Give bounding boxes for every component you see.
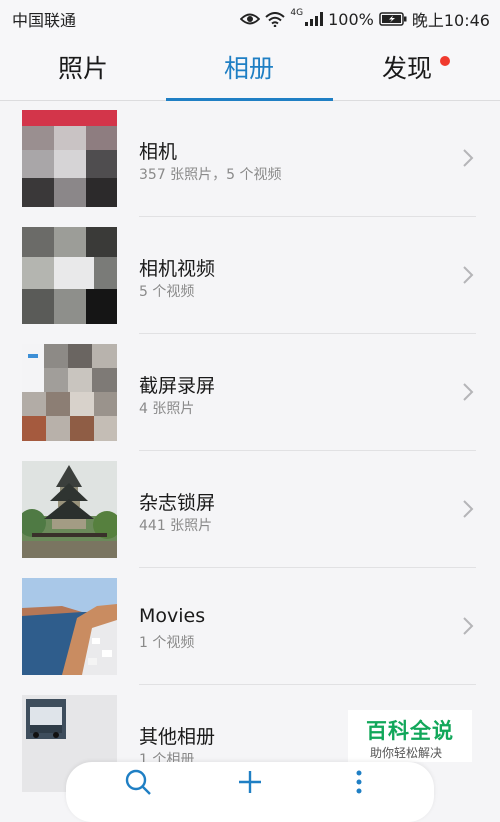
album-title: 截屏录屏 bbox=[139, 375, 216, 397]
album-item-magazine-lockscreen[interactable]: 杂志锁屏 441 张照片 bbox=[0, 451, 500, 568]
album-thumbnail-movies bbox=[22, 578, 117, 675]
album-title: 相机视频 bbox=[139, 258, 216, 280]
chevron-right-icon bbox=[462, 382, 474, 406]
wifi-icon bbox=[265, 11, 286, 27]
album-thumbnail-screenshots bbox=[22, 344, 117, 441]
more-vertical-icon[interactable] bbox=[352, 768, 366, 800]
album-count: 4 张照片 bbox=[139, 401, 195, 417]
bottom-toolbar bbox=[66, 762, 434, 822]
search-icon[interactable] bbox=[124, 768, 152, 800]
tab-photos[interactable]: 照片 bbox=[0, 34, 166, 100]
album-thumbnail-camera-video bbox=[22, 227, 117, 324]
tab-discover[interactable]: 发现 bbox=[333, 34, 499, 100]
album-item-movies[interactable]: Movies 1 个视频 bbox=[0, 568, 500, 685]
album-list: 相机 357 张照片，5 个视频 相机视频 5 个视频 截屏录屏 4 张照片 杂… bbox=[0, 100, 500, 802]
album-title: 其他相册 bbox=[139, 726, 216, 748]
album-thumbnail-camera bbox=[22, 110, 117, 207]
tab-bar: 照片 相册 发现 bbox=[0, 34, 500, 101]
album-count: 441 张照片 bbox=[139, 518, 213, 534]
status-bar: 中国联通 4G 100% 晚上10:46 bbox=[0, 0, 500, 34]
tab-discover-label: 发现 bbox=[381, 54, 432, 83]
battery-percent: 100% bbox=[328, 9, 374, 29]
album-count: 5 个视频 bbox=[139, 284, 195, 300]
notification-badge bbox=[440, 56, 450, 66]
chevron-right-icon bbox=[462, 265, 474, 289]
signal-icon bbox=[305, 12, 324, 26]
tab-albums[interactable]: 相册 bbox=[166, 34, 332, 100]
album-item-screenshots[interactable]: 截屏录屏 4 张照片 bbox=[0, 334, 500, 451]
network-type-label: 4G bbox=[290, 8, 304, 18]
album-item-camera-video[interactable]: 相机视频 5 个视频 bbox=[0, 217, 500, 334]
album-title: Movies bbox=[139, 605, 206, 627]
album-count: 1 个视频 bbox=[139, 635, 195, 651]
chevron-right-icon bbox=[462, 499, 474, 523]
chevron-right-icon bbox=[462, 148, 474, 172]
status-icons: 4G 100% 晚上10:46 bbox=[240, 7, 490, 31]
watermark-title: 百科全说 bbox=[366, 719, 454, 743]
album-count: 357 张照片，5 个视频 bbox=[139, 167, 282, 183]
eye-icon bbox=[240, 12, 261, 26]
carrier-label: 中国联通 bbox=[12, 11, 77, 30]
album-item-camera[interactable]: 相机 357 张照片，5 个视频 bbox=[0, 100, 500, 217]
album-title: 杂志锁屏 bbox=[139, 492, 216, 514]
chevron-right-icon bbox=[462, 616, 474, 640]
album-title: 相机 bbox=[139, 141, 178, 163]
watermark-subtitle: 助你轻松解决 bbox=[370, 746, 443, 760]
watermark-logo: 百科全说 助你轻松解决 bbox=[348, 710, 472, 762]
album-thumbnail-magazine-lockscreen bbox=[22, 461, 117, 558]
plus-icon[interactable] bbox=[236, 768, 264, 800]
clock: 晚上10:46 bbox=[411, 11, 490, 30]
battery-charging-icon bbox=[379, 12, 407, 26]
tab-photos-label: 照片 bbox=[57, 54, 108, 83]
tab-albums-label: 相册 bbox=[223, 54, 274, 83]
